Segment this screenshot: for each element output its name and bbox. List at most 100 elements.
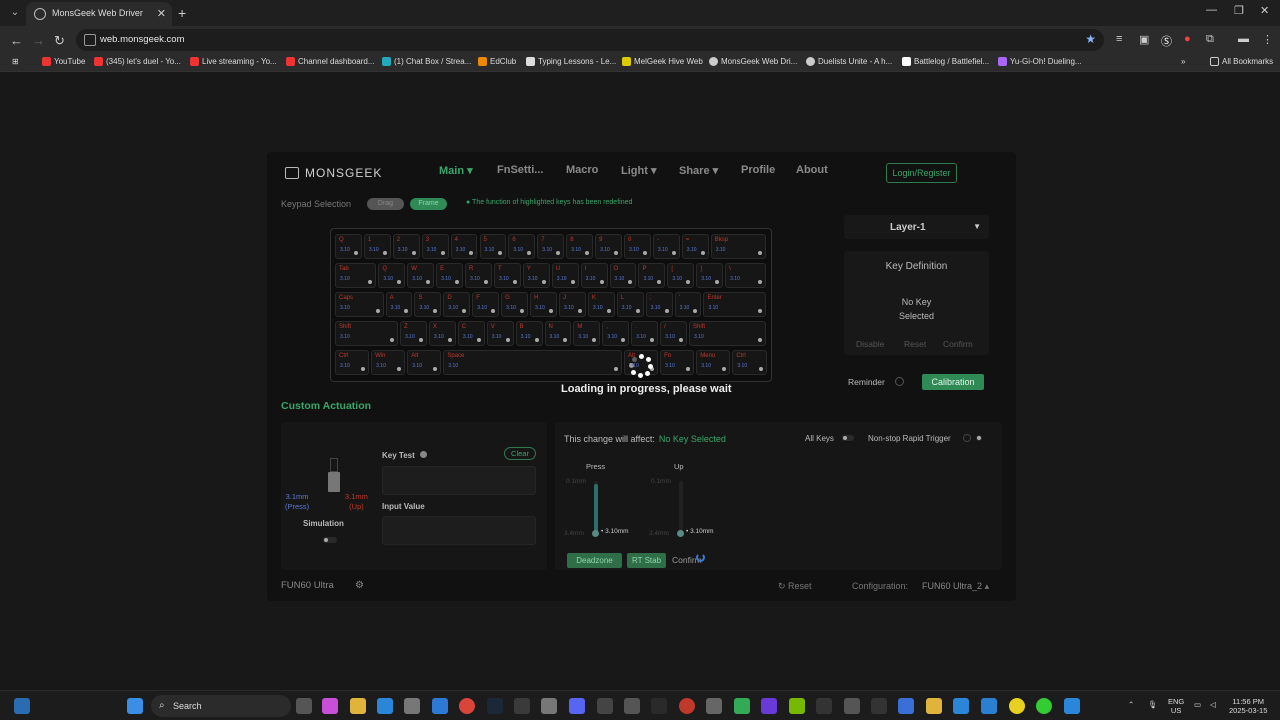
more-menu-icon[interactable]: ⋮ [1262, 33, 1273, 46]
widgets-icon[interactable] [14, 698, 30, 714]
keyboard-key[interactable]: P 3.10 [638, 263, 666, 288]
keyboard-key[interactable]: L 3.10 [616, 292, 644, 317]
reset-key-button[interactable]: Reset [904, 339, 926, 349]
app-icon[interactable] [624, 698, 640, 714]
extension-icon[interactable]: ▣ [1139, 33, 1149, 46]
keyboard-key[interactable]: O 3.10 [609, 263, 637, 288]
settings-sliders-icon[interactable]: ⚙ [355, 580, 364, 591]
keyboard-key[interactable]: N 3.10 [544, 321, 572, 346]
keyboard-key[interactable]: - 3.10 [652, 234, 680, 259]
nvidia-icon[interactable] [789, 698, 805, 714]
reading-list-icon[interactable]: ≡ [1116, 33, 1122, 45]
bookmark-item[interactable]: Live streaming - Yo... [190, 57, 277, 66]
bookmark-item[interactable]: Battlelog / Battlefiel... [902, 57, 989, 66]
app-icon[interactable] [1009, 698, 1025, 714]
bookmark-item[interactable]: MonsGeek Web Dri... [709, 57, 797, 66]
keyboard-key[interactable]: Win 3.10 [371, 350, 406, 375]
press-slider-handle[interactable] [592, 530, 599, 537]
keyboard-key[interactable]: 1 3.10 [363, 234, 391, 259]
all-bookmarks[interactable]: All Bookmarks [1210, 57, 1273, 66]
back-icon[interactable]: ← [10, 33, 23, 48]
address-bar[interactable]: web.monsgeek.com ★ [76, 29, 1104, 51]
app-icon[interactable] [761, 698, 777, 714]
puzzle-icon[interactable]: ⧉ [1206, 33, 1214, 46]
browser-tab[interactable]: MonsGeek Web Driver ✕ [26, 2, 172, 26]
keyboard-key[interactable]: C 3.10 [457, 321, 485, 346]
menu-about[interactable]: About [796, 164, 828, 176]
keyboard-key[interactable]: E 3.10 [436, 263, 464, 288]
minimize-icon[interactable]: — [1206, 4, 1217, 16]
keyboard-key[interactable]: R 3.10 [465, 263, 492, 288]
keyboard-key[interactable]: / 3.10 [660, 321, 688, 346]
store-icon[interactable] [404, 698, 420, 714]
bookmark-star-icon[interactable]: ★ [1085, 32, 1096, 46]
menu-profile[interactable]: Profile [741, 164, 775, 176]
tray-overflow-icon[interactable]: ⌃ [1128, 700, 1134, 709]
keyboard-key[interactable]: \ 3.10 [725, 263, 767, 288]
app-icon[interactable] [844, 698, 860, 714]
keyboard-key[interactable]: ' 3.10 [674, 292, 702, 317]
keyboard-key[interactable]: Ctrl 3.10 [732, 350, 767, 375]
keyboard-key[interactable]: Ctrl 3.10 [335, 350, 370, 375]
keyboard-key[interactable]: 4 3.10 [450, 234, 478, 259]
clock[interactable]: 11:56 PM 2025-03-15 [1229, 697, 1267, 715]
keyboard-key[interactable]: U 3.10 [551, 263, 579, 288]
menu-main[interactable]: Main ▾ [439, 164, 473, 177]
profile-icon[interactable]: ▬ [1238, 33, 1249, 45]
close-window-icon[interactable]: ✕ [1260, 4, 1269, 17]
keyboard-key[interactable]: G 3.10 [501, 292, 529, 317]
bookmark-item[interactable]: EdClub [478, 57, 516, 66]
keyboard-key[interactable]: 3 3.10 [421, 234, 449, 259]
keyboard-key[interactable]: Menu 3.10 [696, 350, 731, 375]
menu-fnsettings[interactable]: FnSetti... [497, 164, 543, 176]
keyboard-key[interactable]: Fn 3.10 [660, 350, 695, 375]
all-keys-toggle[interactable] [842, 435, 854, 441]
keyboard-key[interactable]: Z 3.10 [400, 321, 427, 346]
configuration-select[interactable]: Configuration: FUN60 Ultra_2 ▴ [852, 581, 989, 592]
taskbar-search[interactable]: ⌕ Search [151, 695, 291, 717]
network-icon[interactable]: ▭ [1194, 700, 1201, 709]
keyboard-key[interactable]: D 3.10 [443, 292, 471, 317]
help-icon[interactable] [963, 434, 971, 442]
keyboard-key[interactable]: J 3.10 [558, 292, 586, 317]
steam-icon[interactable] [487, 698, 503, 714]
keyboard-key[interactable]: Q 3.10 [335, 234, 362, 259]
bookmark-item[interactable]: (1) Chat Box / Strea... [382, 57, 471, 66]
keyboard-key[interactable]: W 3.10 [407, 263, 435, 288]
xbox-icon[interactable] [734, 698, 750, 714]
copilot-icon[interactable] [322, 698, 338, 714]
rt-stab-button[interactable]: RT Stab [627, 553, 666, 568]
microphone-icon[interactable]: 🎙 [1148, 700, 1158, 709]
keyboard-key[interactable]: B 3.10 [515, 321, 543, 346]
bookmark-item[interactable]: YouTube [42, 57, 85, 66]
app-icon[interactable] [898, 698, 914, 714]
apps-icon[interactable]: ⊞ [12, 57, 19, 66]
bookmark-item[interactable]: MelGeek Hive Web [622, 57, 703, 66]
app-icon[interactable] [679, 698, 695, 714]
keyboard-key[interactable]: Caps 3.10 [335, 292, 384, 317]
clear-button[interactable]: Clear [504, 447, 536, 460]
keyboard-key[interactable]: V 3.10 [486, 321, 514, 346]
layer-select[interactable]: Layer-1 ▼ [844, 215, 989, 239]
chrome-icon[interactable] [459, 698, 475, 714]
language-indicator[interactable]: ENG US [1168, 697, 1184, 715]
keyboard-key[interactable]: I 3.10 [580, 263, 608, 288]
close-tab-icon[interactable]: ✕ [157, 7, 166, 20]
keyboard-key[interactable]: Shift 3.10 [335, 321, 399, 346]
simulation-toggle[interactable] [323, 537, 337, 543]
disable-button[interactable]: Disable [856, 339, 884, 349]
keyboard-key[interactable]: Enter 3.10 [703, 292, 767, 317]
keyboard-key[interactable]: 8 3.10 [566, 234, 594, 259]
keyboard-key[interactable]: Y 3.10 [522, 263, 550, 288]
keyboard-key[interactable]: 7 3.10 [537, 234, 565, 259]
tab-search-icon[interactable]: ⌄ [8, 6, 22, 20]
keyboard-key[interactable]: Q 3.10 [378, 263, 406, 288]
input-value-field[interactable] [382, 516, 536, 545]
key-test-field[interactable] [382, 466, 536, 495]
edge-icon[interactable] [377, 698, 393, 714]
app-icon[interactable] [541, 698, 557, 714]
defender-icon[interactable] [953, 698, 969, 714]
frame-toggle[interactable]: Frame [410, 198, 447, 210]
keyboard-key[interactable]: = 3.10 [681, 234, 709, 259]
keyboard-key[interactable]: X 3.10 [428, 321, 456, 346]
